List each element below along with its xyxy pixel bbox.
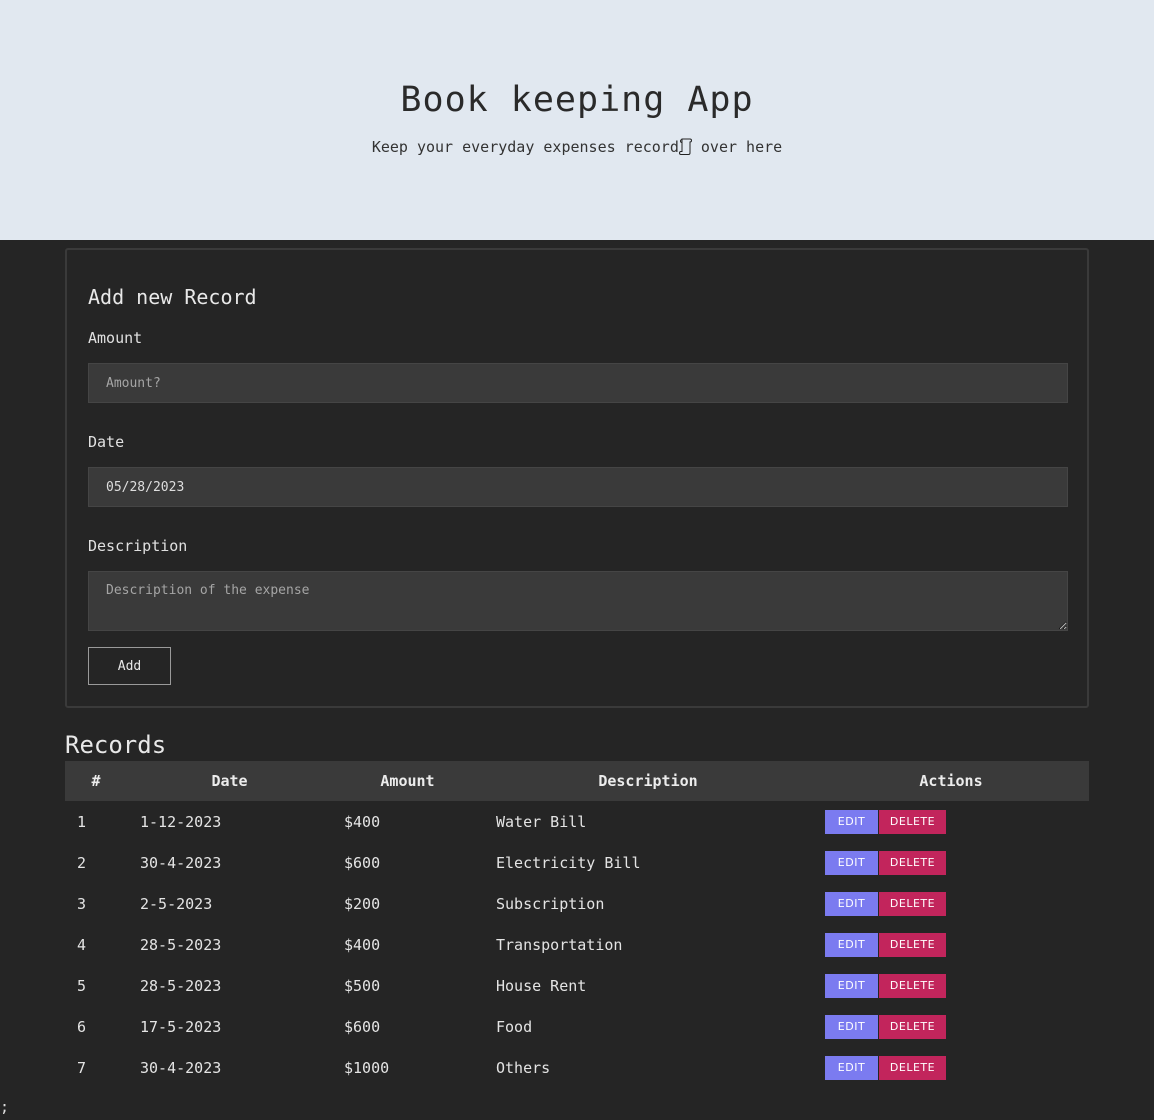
app-header: Book keeping App Keep your everyday expe…: [0, 0, 1154, 240]
cell-amount: $600: [344, 1017, 381, 1036]
column-header-number: #: [91, 772, 101, 790]
cell-number: 3: [77, 894, 87, 913]
delete-button[interactable]: DELETE: [879, 1014, 946, 1039]
date-input[interactable]: [88, 467, 1068, 507]
stray-text: ;: [0, 1098, 10, 1116]
cell-date: 28-5-2023: [140, 976, 222, 995]
cell-description: Food: [496, 1017, 533, 1036]
cell-actions: EDIT DELETE: [813, 842, 1089, 883]
column-header-actions: Actions: [919, 772, 983, 790]
cell-date: 30-4-2023: [140, 1058, 222, 1077]
column-header-description: Description: [598, 772, 698, 790]
add-record-form: Add new Record Amount Date Description A…: [65, 248, 1089, 708]
amount-label: Amount: [88, 329, 143, 347]
cell-description: Subscription: [496, 894, 605, 913]
subtitle-text-end: over here: [691, 138, 783, 156]
app-title: Book keeping App: [400, 80, 754, 120]
cell-amount: $600: [344, 853, 381, 872]
column-header-amount: Amount: [380, 772, 435, 790]
cell-date: 2-5-2023: [140, 894, 213, 913]
cell-number: 6: [77, 1017, 87, 1036]
table-row: 5 28-5-2023 $500 House Rent EDIT DELETE: [65, 965, 1089, 1006]
cell-number: 7: [77, 1058, 87, 1077]
cell-number: 4: [77, 935, 87, 954]
records-title: Records: [65, 731, 167, 759]
edit-button[interactable]: EDIT: [825, 1014, 878, 1039]
cell-number: 2: [77, 853, 87, 872]
cell-description: House Rent: [496, 976, 587, 995]
edit-button[interactable]: EDIT: [825, 932, 878, 957]
add-button[interactable]: Add: [88, 647, 171, 685]
cell-description: Electricity Bill: [496, 853, 641, 872]
cell-description: Others: [496, 1058, 551, 1077]
records-table: # Date Amount Description Actions 1 1-12-…: [65, 761, 1089, 1088]
cell-actions: EDIT DELETE: [813, 924, 1089, 965]
scroll-icon: [678, 138, 692, 155]
cell-date: 28-5-2023: [140, 935, 222, 954]
cell-description: Water Bill: [496, 812, 587, 831]
table-row: 3 2-5-2023 $200 Subscription EDIT DELETE: [65, 883, 1089, 924]
cell-actions: EDIT DELETE: [813, 1006, 1089, 1047]
edit-button[interactable]: EDIT: [825, 809, 878, 834]
cell-actions: EDIT DELETE: [813, 1047, 1089, 1088]
cell-actions: EDIT DELETE: [813, 883, 1089, 924]
column-header-date: Date: [211, 772, 248, 790]
delete-button[interactable]: DELETE: [879, 932, 946, 957]
table-row: 4 28-5-2023 $400 Transportation EDIT DELETE: [65, 924, 1089, 965]
date-label: Date: [88, 433, 125, 451]
amount-input[interactable]: [88, 363, 1068, 403]
table-row: 6 17-5-2023 $600 Food EDIT DELETE: [65, 1006, 1089, 1047]
cell-actions: EDIT DELETE: [813, 965, 1089, 1006]
app-subtitle: Keep your everyday expenses record over …: [0, 138, 1154, 156]
table-row: 7 30-4-2023 $1000 Others EDIT DELETE: [65, 1047, 1089, 1088]
edit-button[interactable]: EDIT: [825, 1055, 878, 1080]
edit-button[interactable]: EDIT: [825, 973, 878, 998]
cell-description: Transportation: [496, 935, 623, 954]
edit-button[interactable]: EDIT: [825, 891, 878, 916]
cell-number: 1: [77, 812, 87, 831]
delete-button[interactable]: DELETE: [879, 809, 946, 834]
records-table-header: # Date Amount Description Actions: [65, 761, 1089, 801]
form-heading: Add new Record: [88, 285, 257, 309]
cell-amount: $400: [344, 812, 381, 831]
header-row: # Date Amount Description Actions: [65, 761, 1089, 801]
description-input[interactable]: [88, 571, 1068, 631]
delete-button[interactable]: DELETE: [879, 850, 946, 875]
edit-button[interactable]: EDIT: [825, 850, 878, 875]
cell-amount: $200: [344, 894, 381, 913]
cell-date: 1-12-2023: [140, 812, 222, 831]
cell-date: 17-5-2023: [140, 1017, 222, 1036]
cell-amount: $400: [344, 935, 381, 954]
delete-button[interactable]: DELETE: [879, 1055, 946, 1080]
cell-amount: $1000: [344, 1058, 390, 1077]
cell-amount: $500: [344, 976, 381, 995]
description-label: Description: [88, 537, 188, 555]
subtitle-text-start: Keep your everyday expenses record: [371, 138, 679, 156]
cell-actions: EDIT DELETE: [813, 801, 1089, 842]
delete-button[interactable]: DELETE: [879, 973, 946, 998]
table-row: 1 1-12-2023 $400 Water Bill EDIT DELETE: [65, 801, 1089, 842]
cell-date: 30-4-2023: [140, 853, 222, 872]
table-row: 2 30-4-2023 $600 Electricity Bill EDIT DELETE: [65, 842, 1089, 883]
cell-number: 5: [77, 976, 87, 995]
records-table-body: 1 1-12-2023 $400 Water Bill EDIT DELETE 2 30-4-…: [65, 801, 1089, 1088]
delete-button[interactable]: DELETE: [879, 891, 946, 916]
